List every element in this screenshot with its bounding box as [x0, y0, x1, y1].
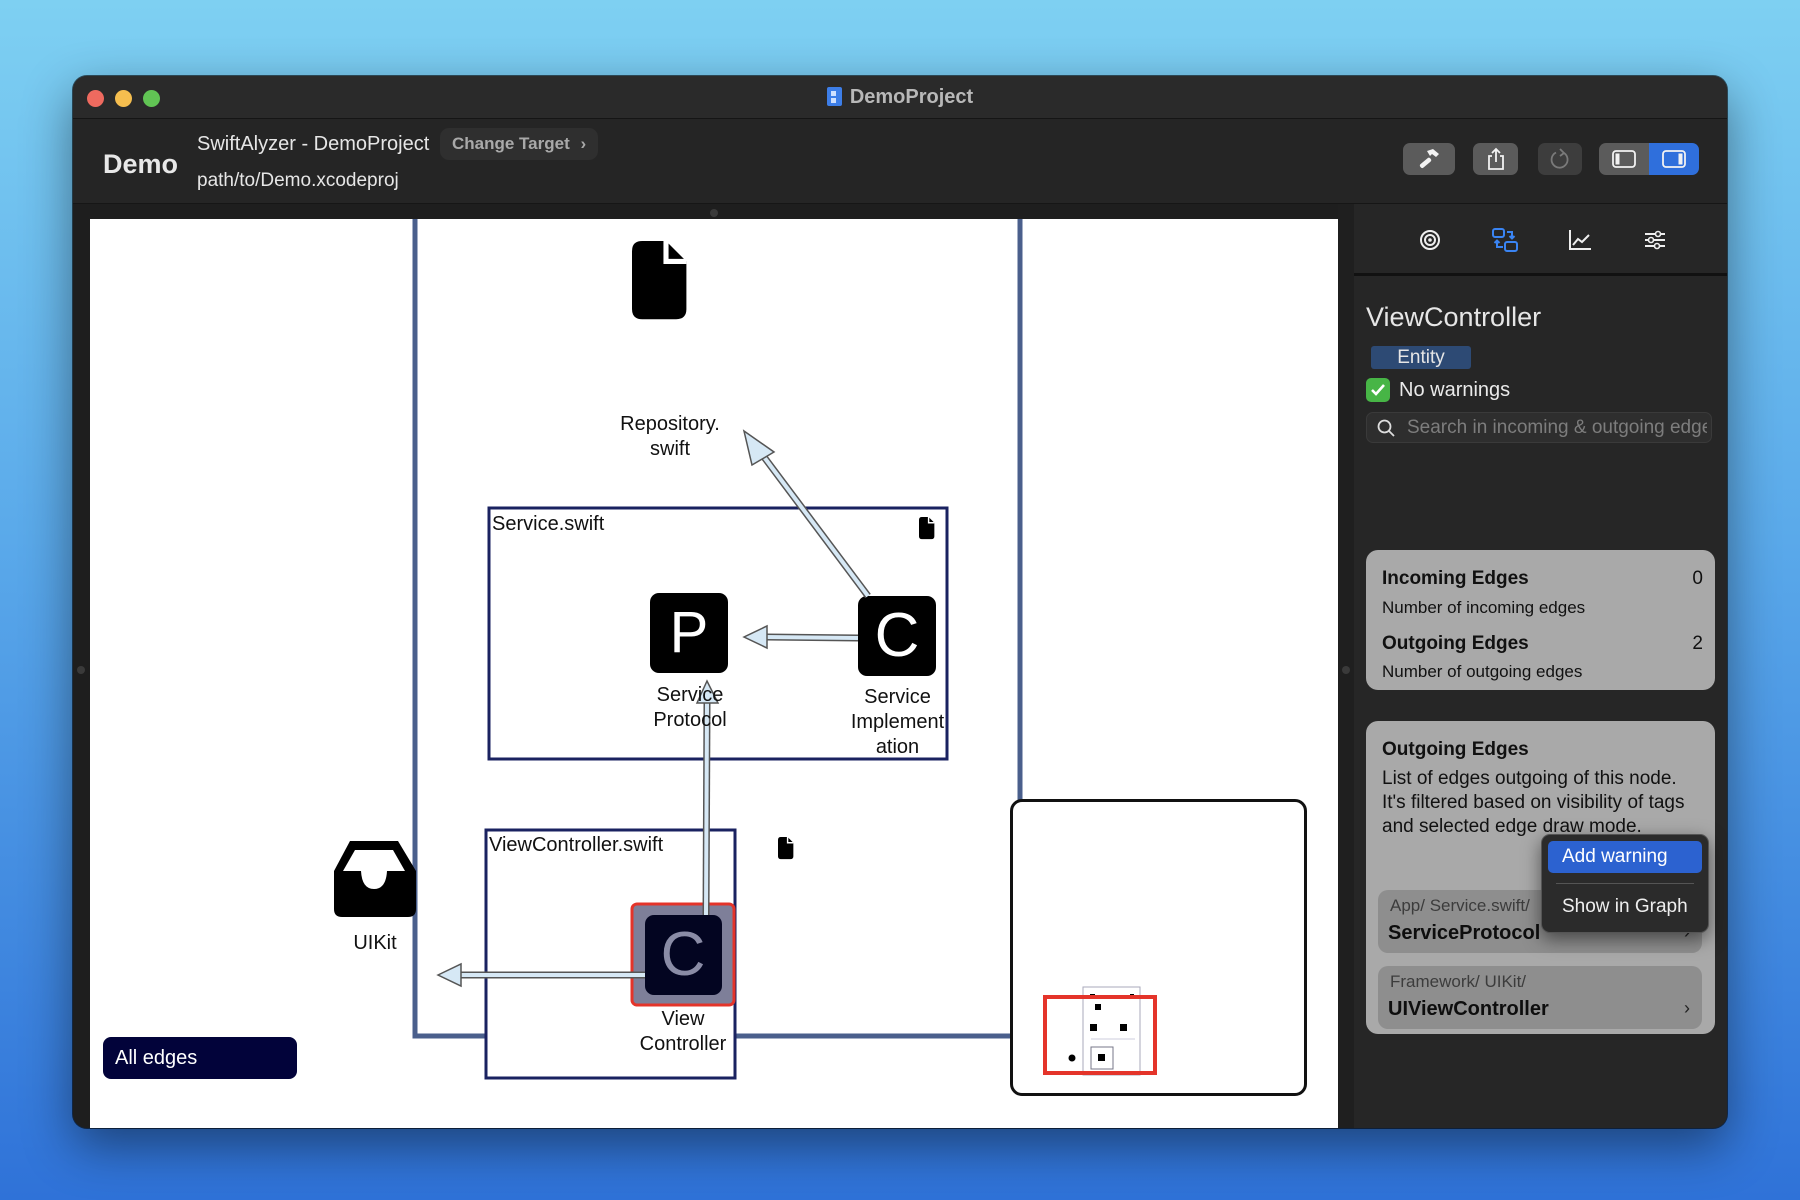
label-line: Service [864, 686, 931, 708]
sidebar-split-handle[interactable] [1342, 666, 1350, 674]
label-line: ation [875, 736, 920, 758]
edge-stats-card: Incoming Edges 0 Number of incoming edge… [1366, 550, 1715, 690]
edge-search-field[interactable] [1366, 412, 1712, 443]
warning-status-text: No warnings [1399, 378, 1511, 401]
label-line: Controller [639, 1033, 727, 1055]
menu-item-show-in-graph[interactable]: Show in Graph [1548, 891, 1702, 923]
menu-separator [1556, 883, 1694, 884]
outgoing-edges-help: List of edges outgoing of this node. It'… [1382, 768, 1685, 837]
selected-node-title: ViewController [1366, 302, 1542, 332]
minimap[interactable] [1010, 799, 1307, 1096]
menu-item-add-warning[interactable]: Add warning [1548, 841, 1702, 873]
sidebar-right-icon [1662, 150, 1686, 168]
tab-settings[interactable] [1640, 225, 1670, 255]
window-title: DemoProject [73, 86, 1727, 109]
service-implementation-glyph: C [875, 601, 920, 670]
view-controller-node-label: View Controller [623, 1007, 743, 1057]
repository-node-icon[interactable] [632, 241, 686, 319]
viewcontroller-swift-label: ViewController.swift [489, 834, 664, 856]
search-icon [1377, 419, 1395, 437]
inspector-sidebar: ViewController Entity No warnings Incomi… [1354, 204, 1727, 1128]
share-button[interactable] [1473, 143, 1518, 175]
service-implementation-node-label: Service Implement ation [835, 685, 960, 760]
service-swift-label: Service.swift [492, 513, 605, 535]
repository-node-label: Repository. swift [600, 412, 740, 462]
target-icon [1420, 230, 1440, 250]
outgoing-edges-description: Number of outgoing edges [1382, 662, 1583, 681]
checkmark-icon [1366, 378, 1390, 402]
graph-canvas[interactable]: P C C Service.swift ViewController.swift… [90, 219, 1338, 1128]
outgoing-edges-value: 2 [1692, 633, 1703, 654]
label-line: View [661, 1008, 705, 1030]
hammer-icon [1419, 149, 1439, 168]
inspector-tabs [1354, 204, 1727, 276]
build-button[interactable] [1403, 143, 1455, 175]
project-path: path/to/Demo.xcodeproj [197, 170, 399, 191]
chevron-right-icon: › [580, 134, 587, 153]
toolbar: Demo SwiftAlyzer - DemoProject Change Ta… [73, 119, 1727, 204]
refresh-icon [1550, 148, 1569, 169]
outgoing-edges-heading: Outgoing Edges [1382, 739, 1529, 760]
label-line: Service [656, 684, 724, 706]
app-name: Demo [103, 149, 179, 179]
left-split-handle[interactable] [77, 666, 85, 674]
label-line: UIKit [353, 932, 397, 954]
refresh-button[interactable] [1538, 143, 1582, 175]
edge-item-path: App/ Service.swift/ [1390, 896, 1530, 915]
panel-toggle-group [1599, 143, 1699, 175]
change-target-button[interactable]: Change Target › [440, 128, 599, 160]
edge-item-name: ServiceProtocol [1388, 922, 1541, 944]
viewcontroller-swift-file-icon [777, 836, 795, 860]
change-target-label: Change Target [452, 134, 570, 153]
edge-context-menu: Add warning Show in Graph [1541, 834, 1709, 933]
toggle-right-panel-button[interactable] [1649, 143, 1699, 175]
edges-swap-icon [1492, 228, 1518, 252]
chart-icon [1569, 230, 1591, 250]
service-protocol-glyph: P [670, 600, 709, 665]
toggle-left-panel-button[interactable] [1599, 143, 1649, 175]
sidebar-left-icon [1612, 150, 1636, 168]
uikit-node-label: UIKit [325, 931, 425, 956]
warning-status: No warnings [1366, 378, 1510, 402]
sliders-icon [1645, 230, 1665, 250]
project-title: SwiftAlyzer - DemoProject [197, 133, 430, 155]
minimap-viewport[interactable] [1043, 995, 1157, 1075]
app-window: DemoProject Demo SwiftAlyzer - DemoProje… [73, 76, 1727, 1128]
outgoing-edge-item[interactable]: Framework/ UIKit/ UIViewController › [1378, 966, 1702, 1029]
outgoing-edges-title: Outgoing Edges [1382, 633, 1529, 654]
chevron-right-icon: › [1684, 998, 1690, 1018]
label-line: swift [650, 438, 690, 460]
xcode-project-icon [826, 87, 842, 106]
label-line: Implement [850, 711, 945, 733]
vertical-split-handle[interactable] [710, 209, 718, 217]
edge-mode-selector[interactable]: All edges [103, 1037, 297, 1079]
label-line: Protocol [653, 709, 727, 731]
tab-overview[interactable] [1415, 225, 1445, 255]
uikit-node-icon[interactable] [334, 841, 416, 917]
window-title-text: DemoProject [849, 86, 974, 108]
edge-item-name: UIViewController [1388, 998, 1549, 1020]
edge-search-input[interactable] [1405, 415, 1709, 440]
title-bar: DemoProject [73, 76, 1727, 119]
edge-item-path: Framework/ UIKit/ [1390, 972, 1527, 991]
tab-metrics[interactable] [1565, 225, 1595, 255]
view-controller-glyph: C [661, 920, 706, 989]
incoming-edges-title: Incoming Edges [1382, 568, 1529, 589]
incoming-edges-value: 0 [1692, 568, 1703, 589]
incoming-edges-description: Number of incoming edges [1382, 598, 1586, 617]
tab-edges[interactable] [1490, 225, 1520, 255]
entity-badge: Entity [1371, 346, 1471, 369]
service-protocol-node-label: Service Protocol [630, 683, 750, 733]
share-icon [1487, 147, 1504, 170]
label-line: Repository. [620, 413, 720, 435]
